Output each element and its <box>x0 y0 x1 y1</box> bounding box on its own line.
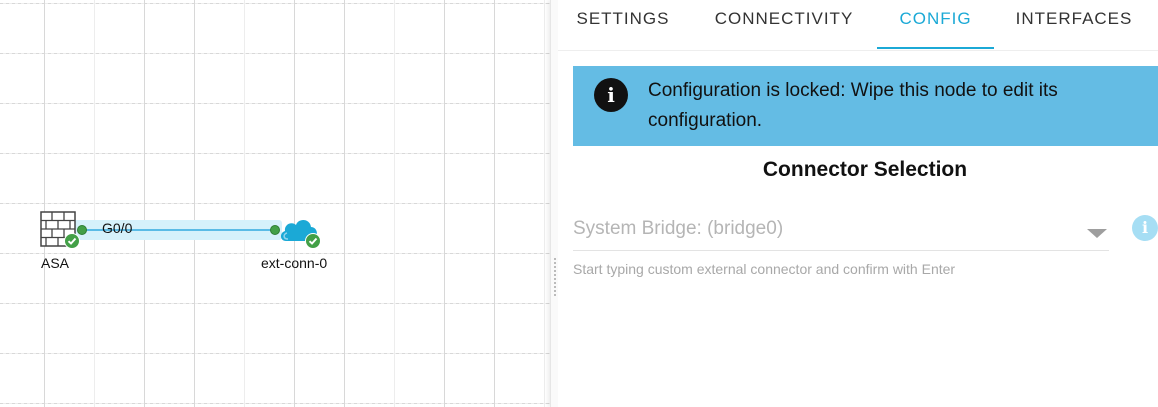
ext-conn-node-label: ext-conn-0 <box>261 255 328 271</box>
banner-message: Configuration is locked: Wipe this node … <box>648 80 1058 131</box>
tab-settings[interactable]: SETTINGS <box>574 0 672 48</box>
connector-select[interactable]: System Bridge: (bridge0) <box>573 214 1109 251</box>
tab-connectivity[interactable]: CONNECTIVITY <box>710 0 858 48</box>
link-label: G0/0 <box>102 220 133 236</box>
info-icon: i <box>594 78 628 112</box>
node-details-panel: SETTINGS CONNECTIVITY CONFIG INTERFACES … <box>558 0 1158 407</box>
connector-info-icon[interactable]: i <box>1132 215 1158 241</box>
ext-conn-status-check-icon <box>305 233 321 249</box>
asa-status-check-icon <box>64 233 80 249</box>
asa-node-label: ASA <box>41 255 70 271</box>
topology-canvas[interactable] <box>0 0 552 407</box>
tab-config[interactable]: CONFIG <box>877 0 994 48</box>
connector-selection-title: Connector Selection <box>762 158 968 181</box>
splitter-grip-icon[interactable] <box>554 258 556 298</box>
caret-down-icon[interactable] <box>1087 229 1107 238</box>
panel-tabs: SETTINGS CONNECTIVITY CONFIG INTERFACES <box>558 0 1158 51</box>
locked-config-banner: i Configuration is locked: Wipe this nod… <box>573 66 1158 146</box>
connector-select-value: System Bridge: (bridge0) <box>573 218 784 239</box>
active-tab-indicator <box>877 47 994 49</box>
asa-port-dot <box>77 225 87 235</box>
tab-interfaces[interactable]: INTERFACES <box>1013 0 1135 48</box>
connector-helper-text: Start typing custom external connector a… <box>573 261 956 277</box>
